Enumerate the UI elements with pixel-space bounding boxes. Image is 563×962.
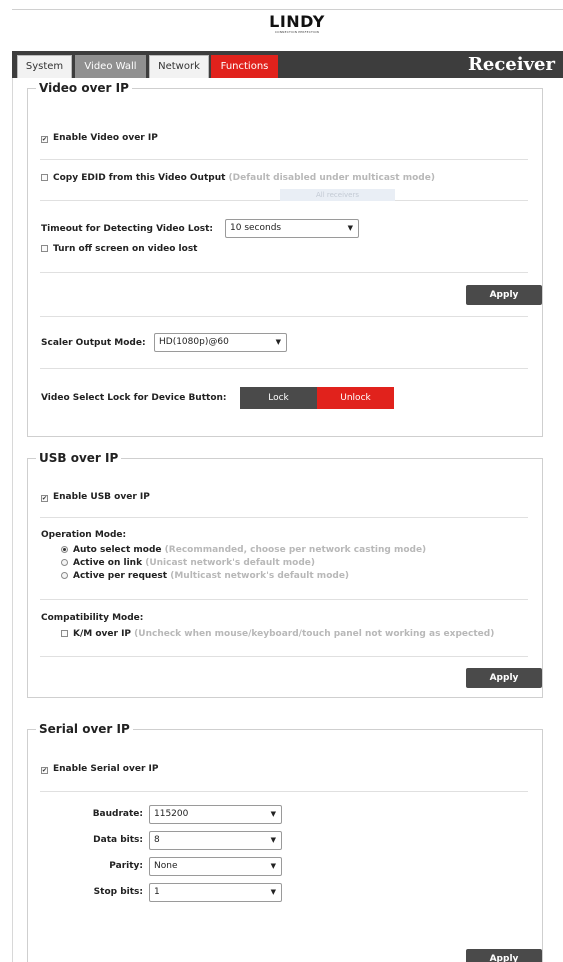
databits-label: Data bits: bbox=[93, 835, 143, 845]
timeout-value: 10 seconds bbox=[230, 223, 282, 233]
divider bbox=[40, 517, 528, 518]
stopbits-select[interactable]: 1 ▼ bbox=[149, 883, 282, 902]
chevron-down-icon: ▼ bbox=[347, 224, 353, 232]
divider bbox=[40, 599, 528, 600]
mode-auto-row[interactable]: Auto select mode (Recommanded, choose pe… bbox=[61, 545, 426, 555]
lock-button[interactable]: Lock bbox=[240, 387, 317, 409]
unlock-button[interactable]: Unlock bbox=[317, 387, 394, 409]
copy-edid-note: (Default disabled under multicast mode) bbox=[228, 173, 435, 183]
operation-mode-title: Operation Mode: bbox=[41, 530, 127, 540]
device-role-title: Receiver bbox=[467, 54, 555, 75]
mode-per-request-row[interactable]: Active per request (Multicast network's … bbox=[61, 571, 349, 581]
scaler-label: Scaler Output Mode: bbox=[41, 338, 146, 348]
enable-serial-checkbox[interactable]: ✔ bbox=[41, 767, 48, 774]
timeout-select[interactable]: 10 seconds ▼ bbox=[225, 219, 359, 238]
enable-video-row[interactable]: ✔ Enable Video over IP bbox=[41, 133, 158, 143]
compatibility-mode-title: Compatibility Mode: bbox=[41, 613, 144, 623]
usb-section-title: USB over IP bbox=[39, 451, 119, 465]
parity-select[interactable]: None ▼ bbox=[149, 857, 282, 876]
parity-label: Parity: bbox=[109, 861, 143, 871]
tab-video-wall[interactable]: Video Wall bbox=[75, 55, 146, 78]
copy-edid-label: Copy EDID from this Video Output bbox=[53, 173, 226, 183]
copy-edid-checkbox[interactable] bbox=[41, 174, 48, 181]
tab-system[interactable]: System bbox=[17, 55, 72, 78]
chevron-down-icon: ▼ bbox=[270, 888, 276, 896]
header-divider bbox=[12, 9, 563, 10]
stopbits-value: 1 bbox=[154, 887, 160, 897]
scaler-select[interactable]: HD(1080p)@60 ▼ bbox=[154, 333, 287, 352]
mode-auto-radio[interactable] bbox=[61, 546, 68, 553]
serial-apply-button[interactable]: Apply bbox=[466, 949, 542, 962]
enable-usb-row[interactable]: ✔ Enable USB over IP bbox=[41, 492, 150, 502]
video-apply-button[interactable]: Apply bbox=[466, 285, 542, 305]
mode-active-link-row[interactable]: Active on link (Unicast network's defaul… bbox=[61, 558, 315, 568]
mode-active-link-label: Active on link bbox=[73, 558, 143, 568]
baudrate-label: Baudrate: bbox=[92, 809, 143, 819]
stopbits-label: Stop bits: bbox=[93, 887, 143, 897]
turn-off-row[interactable]: Turn off screen on video lost bbox=[41, 244, 198, 254]
turn-off-label: Turn off screen on video lost bbox=[53, 244, 198, 254]
parity-value: None bbox=[154, 861, 178, 871]
mode-per-request-radio[interactable] bbox=[61, 572, 68, 579]
divider bbox=[40, 791, 528, 792]
functions-panel: Video over IP ✔ Enable Video over IP Copy… bbox=[12, 78, 563, 962]
enable-video-checkbox[interactable]: ✔ bbox=[41, 136, 48, 143]
ghost-dropdown-overlay: All receivers bbox=[280, 189, 395, 201]
enable-video-label: Enable Video over IP bbox=[53, 133, 158, 143]
tab-functions[interactable]: Functions bbox=[211, 55, 278, 78]
km-over-ip-row[interactable]: K/M over IP (Uncheck when mouse/keyboard… bbox=[61, 629, 494, 639]
databits-select[interactable]: 8 ▼ bbox=[149, 831, 282, 850]
chevron-down-icon: ▼ bbox=[270, 810, 276, 818]
mode-auto-label: Auto select mode bbox=[73, 545, 162, 555]
enable-usb-label: Enable USB over IP bbox=[53, 492, 150, 502]
enable-serial-label: Enable Serial over IP bbox=[53, 764, 159, 774]
mode-active-link-note: (Unicast network's default mode) bbox=[145, 558, 315, 568]
enable-usb-checkbox[interactable]: ✔ bbox=[41, 495, 48, 502]
serial-over-ip-section: Serial over IP ✔ Enable Serial over IP Ba… bbox=[27, 722, 543, 962]
chevron-down-icon: ▼ bbox=[275, 338, 281, 346]
chevron-down-icon: ▼ bbox=[270, 862, 276, 870]
usb-over-ip-section: USB over IP ✔ Enable USB over IP Operatio… bbox=[27, 451, 543, 698]
km-over-ip-note: (Uncheck when mouse/keyboard/touch panel… bbox=[134, 629, 495, 639]
divider bbox=[40, 368, 528, 369]
top-nav-bar: System Video Wall Network Functions Rece… bbox=[12, 51, 563, 78]
mode-auto-note: (Recommanded, choose per network casting… bbox=[164, 545, 427, 555]
usb-apply-button[interactable]: Apply bbox=[466, 668, 542, 688]
copy-edid-row[interactable]: Copy EDID from this Video Output (Defaul… bbox=[41, 173, 435, 183]
video-over-ip-section: Video over IP ✔ Enable Video over IP Copy… bbox=[27, 81, 543, 437]
lock-row-label: Video Select Lock for Device Button: bbox=[41, 393, 227, 403]
databits-value: 8 bbox=[154, 835, 160, 845]
video-section-title: Video over IP bbox=[39, 81, 129, 95]
mode-active-link-radio[interactable] bbox=[61, 559, 68, 566]
timeout-label: Timeout for Detecting Video Lost: bbox=[41, 224, 214, 234]
scaler-value: HD(1080p)@60 bbox=[159, 337, 229, 347]
divider bbox=[40, 272, 528, 273]
baudrate-value: 115200 bbox=[154, 809, 189, 819]
divider bbox=[40, 159, 528, 160]
km-over-ip-label: K/M over IP bbox=[73, 629, 132, 639]
divider bbox=[40, 316, 528, 317]
logo-wordmark: LINDY bbox=[269, 12, 325, 31]
chevron-down-icon: ▼ bbox=[270, 836, 276, 844]
mode-per-request-note: (Multicast network's default mode) bbox=[170, 571, 350, 581]
divider bbox=[40, 656, 528, 657]
serial-section-title: Serial over IP bbox=[39, 722, 130, 736]
turn-off-checkbox[interactable] bbox=[41, 245, 48, 252]
baudrate-select[interactable]: 115200 ▼ bbox=[149, 805, 282, 824]
enable-serial-row[interactable]: ✔ Enable Serial over IP bbox=[41, 764, 158, 774]
km-over-ip-checkbox[interactable] bbox=[61, 630, 68, 637]
lindy-logo: LINDY CONNECTION PERFECTION bbox=[257, 14, 337, 38]
mode-per-request-label: Active per request bbox=[73, 571, 168, 581]
tab-network[interactable]: Network bbox=[149, 55, 209, 78]
